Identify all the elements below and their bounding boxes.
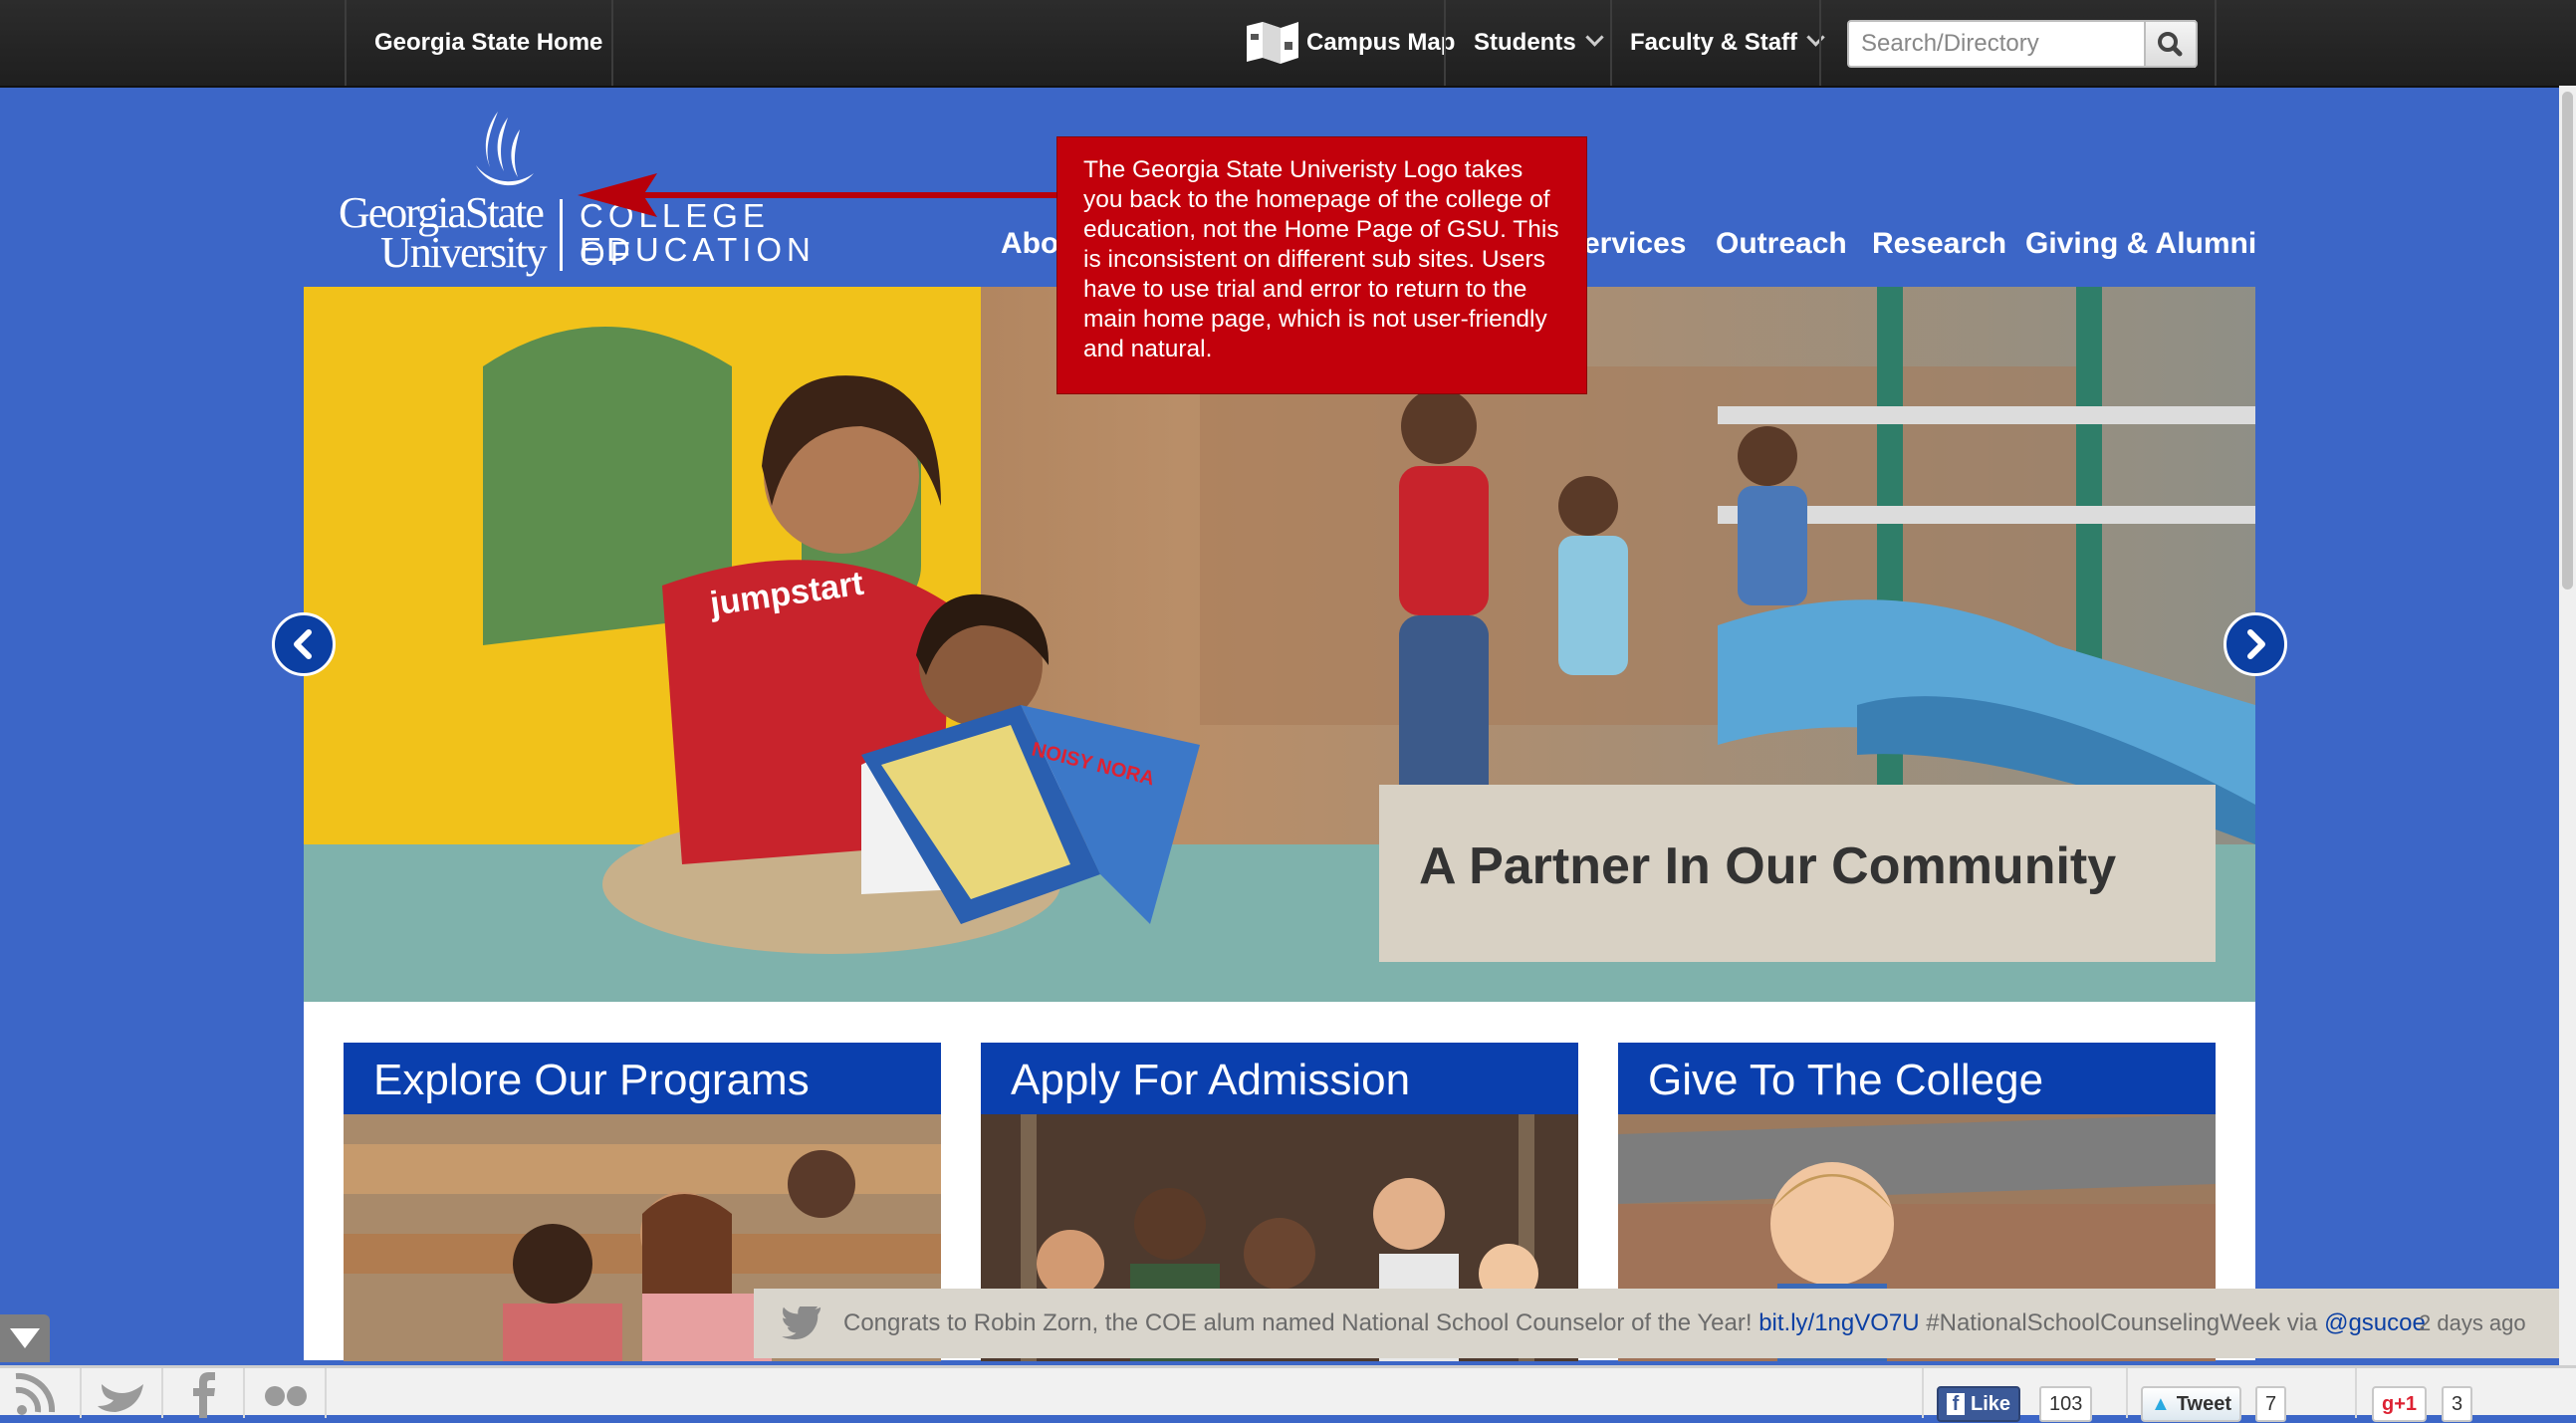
tweet-timestamp: 2 days ago [2419,1310,2526,1335]
faculty-staff-label: Faculty & Staff [1630,29,1798,56]
campus-map-link[interactable]: Campus Map [1306,0,1455,86]
hero-caption: A Partner In Our Community [1419,837,2117,895]
tweet-count: 7 [2255,1386,2287,1422]
tweet-label: Tweet [2176,1393,2231,1415]
nav-research[interactable]: Research [1872,227,2006,261]
divider [2355,1368,2357,1418]
nav-outreach[interactable]: Outreach [1716,227,1847,261]
logo-education: EDUCATION [580,231,816,268]
students-menu[interactable]: Students [1474,0,1604,86]
rss-button[interactable] [0,1368,82,1418]
chevron-down-icon [1584,28,1604,47]
rss-icon [15,1372,56,1415]
divider [1610,0,1612,86]
flickr-button[interactable] [245,1368,327,1418]
divider [2126,1368,2128,1418]
facebook-f-icon: f [1947,1393,1965,1415]
annotation-callout: The Georgia State Univeristy Logo takes … [1056,136,1587,394]
divider [2215,0,2217,86]
map-icon[interactable] [1245,20,1300,64]
facebook-button[interactable] [163,1368,245,1418]
divider [1444,0,1446,86]
like-count: 103 [2039,1386,2093,1422]
divider [611,0,613,86]
like-label: Like [1971,1393,2011,1415]
gplus-label: +1 [2394,1393,2418,1415]
tweet-handle-link[interactable]: @gsucoe [2324,1309,2426,1336]
scrollbar-thumb[interactable] [2562,92,2573,590]
logo-university: University [380,228,548,277]
divider [1922,1368,1924,1418]
card-title: Apply For Admission [981,1043,1578,1114]
card-title: Explore Our Programs [344,1043,941,1114]
slider-prev-button[interactable] [272,612,336,676]
nav-about[interactable]: Abo [1001,227,1058,261]
annotation-arrow [578,173,1063,217]
chevron-left-icon [294,629,312,659]
logo-divider [560,199,563,271]
twitter-icon [98,1384,143,1412]
students-label: Students [1474,29,1576,56]
flame-logo-icon [476,112,534,186]
nav-giving-alumni[interactable]: Giving & Alumni [2025,227,2256,261]
tweet-button[interactable]: ▲ Tweet [2141,1386,2241,1422]
divider [1819,0,1821,86]
twitter-small-icon: ▲ [2151,1393,2171,1415]
search-button[interactable] [2144,20,2198,68]
tweet-link[interactable]: bit.ly/1ngVO7U [1758,1309,1919,1336]
slider-next-button[interactable] [2224,612,2287,676]
georgia-state-home-link[interactable]: Georgia State Home [374,0,602,86]
tweet-text: Congrats to Robin Zorn, the COE alum nam… [843,1289,2426,1358]
hero-caption-box[interactable]: A Partner In Our Community [1379,785,2216,962]
triangle-down-icon [10,1328,40,1348]
nav-services[interactable]: ervices [1583,227,1686,261]
tweet-body: Congrats to Robin Zorn, the COE alum nam… [843,1309,1759,1336]
chevron-right-icon [2247,629,2265,659]
twitter-bird-icon [782,1306,821,1340]
tweet-hashtag: #NationalSchoolCounselingWeek via [1919,1309,2325,1336]
search-icon [2158,32,2183,57]
flickr-icon [265,1386,307,1406]
gplus-count: 3 [2442,1386,2473,1422]
twitter-feed-bar: Congrats to Robin Zorn, the COE alum nam… [754,1289,2576,1358]
twitter-button[interactable] [82,1368,163,1418]
google-plus-icon: g [2382,1393,2395,1415]
facebook-icon [193,1372,215,1418]
faculty-staff-menu[interactable]: Faculty & Staff [1630,0,1825,86]
utility-bar: Georgia State Home Campus Map Students F… [0,0,2576,88]
divider [345,0,347,86]
google-plus-button[interactable]: g+1 [2372,1386,2428,1422]
card-title: Give To The College [1618,1043,2216,1114]
chevron-down-icon [1806,28,1825,47]
toolbar-toggle-button[interactable] [0,1314,50,1362]
facebook-like-button[interactable]: f Like [1937,1386,2021,1422]
